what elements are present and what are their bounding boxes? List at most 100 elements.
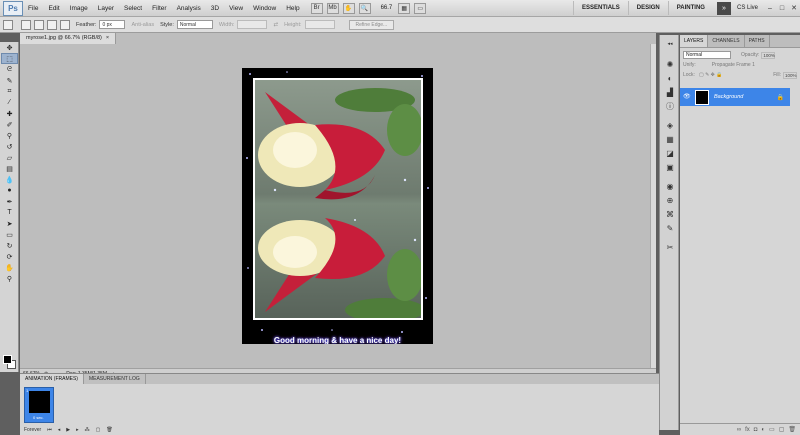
tab-channels[interactable]: CHANNELS <box>708 35 745 47</box>
feather-input[interactable]: 0 px <box>99 20 126 29</box>
menu-edit[interactable]: Edit <box>43 5 64 12</box>
tab-layers[interactable]: LAYERS <box>680 35 709 47</box>
maximize-icon[interactable]: □ <box>776 3 788 14</box>
path-selection-tool-icon[interactable]: ➤ <box>1 218 18 229</box>
document-tab[interactable]: myrose1.jpg @ 66.7% (RGB/8) × <box>20 33 117 44</box>
type-tool-icon[interactable]: T <box>1 207 18 218</box>
add-selection-icon[interactable] <box>34 19 44 30</box>
tool-preset-icon[interactable] <box>3 19 13 30</box>
3d-icon[interactable]: ✺ <box>663 59 677 70</box>
menu-help[interactable]: Help <box>281 5 304 12</box>
opacity-field[interactable]: 100% <box>761 51 776 59</box>
minimize-icon[interactable]: – <box>764 3 776 14</box>
shape-tool-icon[interactable]: ▭ <box>1 229 18 240</box>
propagate-frame-checkbox[interactable]: Propagate Frame 1 <box>712 62 755 68</box>
more-workspaces-button[interactable]: » <box>716 1 731 15</box>
lock-icons[interactable]: ▢ ✎ ✥ 🔒 <box>699 72 723 78</box>
frame-delay[interactable]: 0 sec. <box>33 415 44 420</box>
new-layer-icon[interactable]: ▢ <box>779 426 785 433</box>
workspace-design[interactable]: DESIGN <box>627 1 668 15</box>
menu-layer[interactable]: Layer <box>93 5 119 12</box>
dodge-tool-icon[interactable]: ● <box>1 185 18 196</box>
play-icon[interactable]: ▶ <box>66 427 70 433</box>
new-group-icon[interactable]: ▭ <box>769 426 775 433</box>
animation-frame[interactable]: 1 0 sec. <box>24 387 54 423</box>
close-icon[interactable]: ✕ <box>788 3 800 14</box>
color-icon[interactable]: ◉ <box>663 181 677 192</box>
vertical-scrollbar[interactable] <box>650 44 656 368</box>
tool-presets-icon[interactable]: ✂ <box>663 242 677 253</box>
swap-icon[interactable]: ⇄ <box>273 22 278 28</box>
3d-orbit-tool-icon[interactable]: ⟳ <box>1 251 18 262</box>
zoom-tool-icon[interactable]: ⚲ <box>1 273 18 284</box>
hand-tool-icon[interactable]: ✋ <box>342 2 355 14</box>
history-brush-tool-icon[interactable]: ↺ <box>1 141 18 152</box>
subtract-selection-icon[interactable] <box>47 19 57 30</box>
gradient-tool-icon[interactable]: ▤ <box>1 163 18 174</box>
menu-view[interactable]: View <box>224 5 248 12</box>
menu-3d[interactable]: 3D <box>206 5 224 12</box>
height-field[interactable] <box>304 20 335 29</box>
zoom-tool-icon[interactable]: 🔍 <box>358 2 371 14</box>
actions-icon[interactable]: ⊕ <box>663 195 677 206</box>
prev-frame-icon[interactable]: ◂ <box>58 427 61 433</box>
menu-filter[interactable]: Filter <box>147 5 171 12</box>
screen-mode-icon[interactable]: ▭ <box>414 2 427 14</box>
styles-icon[interactable]: ◈ <box>663 120 677 131</box>
collapse-icon[interactable]: ◂◂ <box>663 38 677 49</box>
navigator-icon[interactable]: ▣ <box>663 162 677 173</box>
menu-select[interactable]: Select <box>119 5 147 12</box>
adjustment-layer-icon[interactable]: ◐ <box>761 427 765 433</box>
foreground-color-swatch[interactable] <box>3 355 12 364</box>
clone-source-icon[interactable]: ⌘ <box>663 209 677 220</box>
tween-icon[interactable]: ⁂ <box>85 427 90 433</box>
lasso-tool-icon[interactable]: ᘓ <box>1 64 18 75</box>
masks-icon[interactable]: ◪ <box>663 148 677 159</box>
close-tab-icon[interactable]: × <box>106 33 109 44</box>
width-field[interactable] <box>237 20 268 29</box>
brush-tool-icon[interactable]: ✐ <box>1 119 18 130</box>
cs-live-button[interactable]: CS Live <box>731 5 764 11</box>
fill-field[interactable]: 100% <box>783 71 797 79</box>
link-layers-icon[interactable]: ∞ <box>737 427 741 433</box>
3d-rotate-tool-icon[interactable]: ↻ <box>1 240 18 251</box>
menu-file[interactable]: File <box>23 5 43 12</box>
blend-mode-select[interactable]: Normal <box>683 51 731 59</box>
intersect-selection-icon[interactable] <box>60 19 70 30</box>
tab-measurement-log[interactable]: MEASUREMENT LOG <box>84 374 146 384</box>
menu-analysis[interactable]: Analysis <box>172 5 206 12</box>
eyedropper-tool-icon[interactable]: ⁄ <box>1 97 18 108</box>
delete-frame-icon[interactable]: 🗑 <box>106 427 112 433</box>
crop-tool-icon[interactable]: ⌗ <box>1 86 18 97</box>
layer-style-icon[interactable]: fx <box>745 427 750 433</box>
loop-select[interactable]: Forever <box>24 427 41 433</box>
duplicate-frame-icon[interactable]: ▢ <box>96 427 101 433</box>
style-select[interactable]: Normal <box>176 20 213 29</box>
visibility-eye-icon[interactable]: 👁 <box>683 93 692 102</box>
menu-window[interactable]: Window <box>248 5 281 12</box>
arrange-documents-icon[interactable]: ▦ <box>398 2 411 14</box>
workspace-essentials[interactable]: ESSENTIALS <box>573 1 628 15</box>
adjustments-icon[interactable]: ◐ <box>663 73 677 84</box>
histogram-icon[interactable]: ▟ <box>663 87 677 98</box>
blur-tool-icon[interactable]: 💧 <box>1 174 18 185</box>
add-mask-icon[interactable]: ◘ <box>754 427 758 433</box>
refine-edge-button[interactable]: Refine Edge... <box>348 19 395 30</box>
clone-stamp-tool-icon[interactable]: ⚲ <box>1 130 18 141</box>
layer-background[interactable]: 👁 Background 🔒 <box>680 88 790 106</box>
first-frame-icon[interactable]: ⏮ <box>47 427 52 433</box>
minibridge-icon[interactable]: Mb <box>326 2 339 14</box>
info-icon[interactable]: ⓘ <box>663 101 677 112</box>
hand-tool-icon[interactable]: ✋ <box>1 262 18 273</box>
next-frame-icon[interactable]: ▸ <box>76 427 79 433</box>
tab-paths[interactable]: PATHS <box>745 35 770 47</box>
delete-layer-icon[interactable]: 🗑 <box>788 426 796 433</box>
zoom-level[interactable]: 66.7 <box>375 5 399 11</box>
workspace-painting[interactable]: PAINTING <box>667 1 713 15</box>
move-tool-icon[interactable]: ✥ <box>1 42 18 53</box>
quick-selection-tool-icon[interactable]: ✎ <box>1 75 18 86</box>
eraser-tool-icon[interactable]: ▱ <box>1 152 18 163</box>
healing-brush-tool-icon[interactable]: ✚ <box>1 108 18 119</box>
new-selection-icon[interactable] <box>21 19 31 30</box>
marquee-tool-icon[interactable]: ⬚ <box>1 53 18 64</box>
